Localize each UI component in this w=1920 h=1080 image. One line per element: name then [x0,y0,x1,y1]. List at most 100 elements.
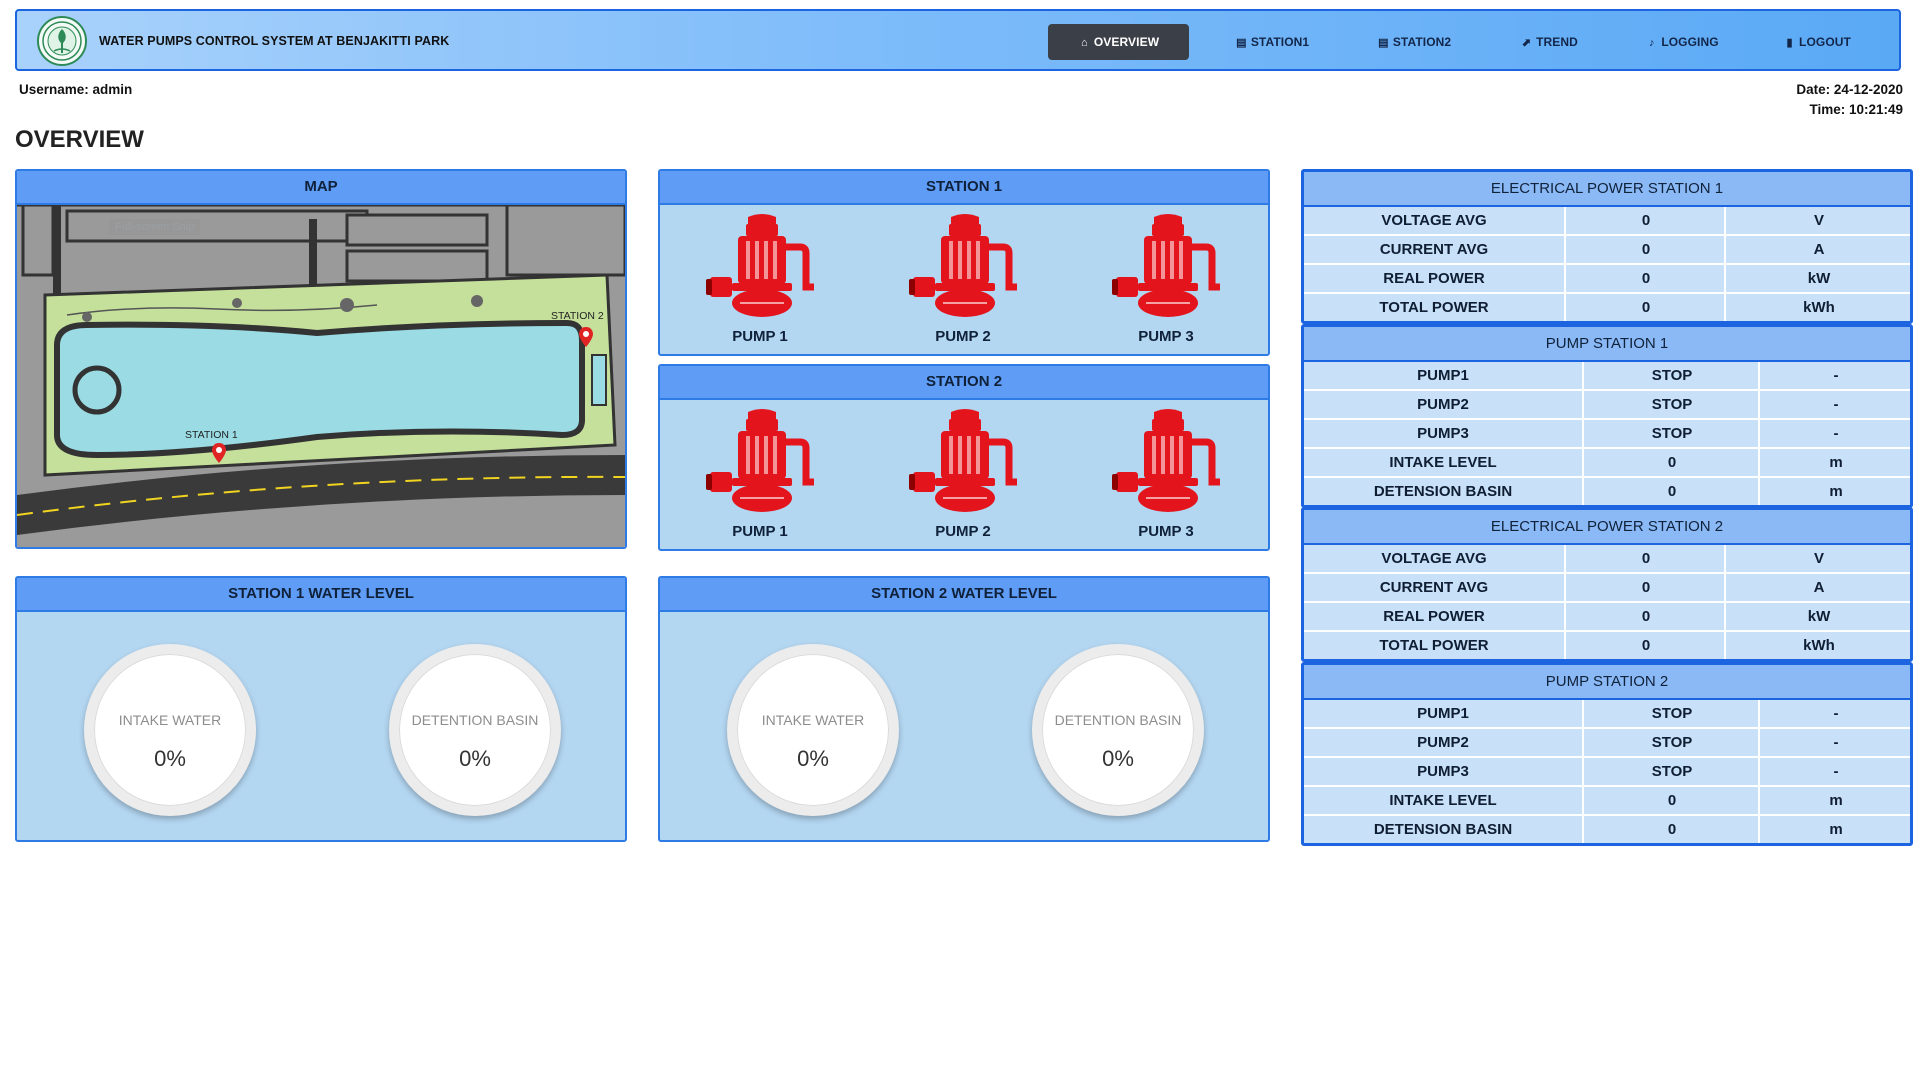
table-cell-unit: - [1758,758,1912,785]
table-row: CURRENT AVG 0 A [1304,572,1910,601]
table-cell-name: INTAKE LEVEL [1389,792,1497,809]
table-cell-value: STOP [1582,391,1760,418]
gauge-value: 0% [1102,746,1134,771]
station1-water-level-panel: STATION 1 WATER LEVEL INTAKE WATER 0% DE… [15,576,627,842]
map-station1-label: STATION 1 [185,429,238,441]
table-row: TOTAL POWER 0 kWh [1304,292,1910,321]
nav-station1[interactable]: ▤ STATION1 [1217,24,1327,60]
station1-title: STATION 1 [660,171,1268,205]
table-cell-value: 0 [1582,478,1760,505]
table-cell-name: PUMP3 [1417,763,1469,780]
home-icon: ⌂ [1080,37,1088,49]
table-cell-unit: kW [1724,265,1912,292]
nav-overview[interactable]: ⌂ OVERVIEW [1048,24,1189,60]
table-cell-value: 0 [1564,632,1726,659]
table-cell-value: 0 [1564,574,1726,601]
station2-title: STATION 2 [660,366,1268,400]
pump-icon [909,409,1017,512]
table-cell-name: CURRENT AVG [1379,579,1489,596]
table-cell-unit: - [1758,420,1912,447]
list-icon: ▤ [1236,37,1247,49]
table-cell-unit: m [1758,816,1912,843]
station2-pump3[interactable]: PUMP 3 [1096,402,1236,549]
table-row: TOTAL POWER 0 kWh [1304,630,1910,659]
nav-overview-label: OVERVIEW [1093,35,1160,49]
table-row: CURRENT AVG 0 A [1304,234,1910,263]
map-panel: MAP Full-screen Snip STATION 2 STATION 1 [15,169,627,549]
pump-icon [1112,409,1220,512]
pump-label: PUMP 1 [732,328,788,345]
username-text: Username: admin [19,82,133,97]
pump-station2-title: PUMP STATION 2 [1304,665,1910,700]
table-cell-unit: kWh [1724,294,1912,321]
table-cell-value: 0 [1564,603,1726,630]
table-row: PUMP2 STOP - [1304,727,1910,756]
table-row: DETENSION BASIN 0 m [1304,476,1910,505]
table-cell-unit: - [1758,700,1912,727]
table-cell-value: STOP [1582,420,1760,447]
table-cell-unit: - [1758,729,1912,756]
station1-detention-gauge: DETENTION BASIN 0% [389,644,561,816]
pump-label: PUMP 2 [935,523,991,540]
table-cell-value: 0 [1582,787,1760,814]
table-cell-unit: - [1758,362,1912,389]
gauge-value: 0% [797,746,829,771]
electrical-power-station2-table: ELECTRICAL POWER STATION 2 VOLTAGE AVG 0 V… [1301,507,1913,662]
station2-map-pin-icon[interactable] [579,327,593,347]
pump-station2-table: PUMP STATION 2 PUMP1 STOP - PUMP2 STOP - PUMP3… [1301,662,1913,846]
table-cell-value: STOP [1582,729,1760,756]
table-cell-name: DETENSION BASIN [1373,483,1513,500]
nav-station2[interactable]: ▤ STATION2 [1359,24,1469,60]
chart-line-icon: ⬈ [1521,37,1532,49]
nav-logout[interactable]: ▮ LOGOUT [1767,24,1867,60]
table-cell-value: STOP [1582,362,1760,389]
table-cell-name: CURRENT AVG [1379,241,1489,258]
station2-water-level-panel: STATION 2 WATER LEVEL INTAKE WATER 0% DE… [658,576,1270,842]
station1-pump2[interactable]: PUMP 2 [893,207,1033,354]
table-cell-value: 0 [1582,449,1760,476]
station2-pump2[interactable]: PUMP 2 [893,402,1033,549]
nav-trend-label: TREND [1536,35,1578,49]
gauge-label: DETENTION BASIN [1054,712,1182,728]
map-panel-title: MAP [17,171,625,205]
nav-logging-label: LOGGING [1661,35,1719,49]
table-row: VOLTAGE AVG 0 V [1304,545,1910,572]
station1-intake-gauge: INTAKE WATER 0% [84,644,256,816]
gauge-value: 0% [154,746,186,771]
station2-water-level-title: STATION 2 WATER LEVEL [660,578,1268,612]
map-station2-label: STATION 2 [551,310,604,322]
station1-panel: STATION 1 PUMP 1 PUMP 2 PUMP 3 [658,169,1270,356]
table-row: INTAKE LEVEL 0 m [1304,447,1910,476]
park-logo-icon [37,16,87,66]
table-cell-value: 0 [1582,816,1760,843]
station2-pump1[interactable]: PUMP 1 [690,402,830,549]
nav-logout-label: LOGOUT [1799,35,1851,49]
table-row: INTAKE LEVEL 0 m [1304,785,1910,814]
station1-pump1[interactable]: PUMP 1 [690,207,830,354]
table-cell-value: 0 [1564,265,1726,292]
table-row: PUMP2 STOP - [1304,389,1910,418]
table-cell-name: DETENSION BASIN [1373,821,1513,838]
table-cell-name: VOLTAGE AVG [1381,550,1487,567]
table-cell-name: REAL POWER [1383,608,1485,625]
table-cell-unit: A [1724,574,1912,601]
bell-icon: ♪ [1649,37,1655,49]
pump-label: PUMP 3 [1138,523,1194,540]
station1-pumps: PUMP 1 PUMP 2 PUMP 3 [660,207,1268,354]
park-map-graphic [17,203,625,547]
pump-label: PUMP 3 [1138,328,1194,345]
table-cell-name: TOTAL POWER [1379,637,1489,654]
table-cell-unit: m [1758,478,1912,505]
station1-map-pin-icon[interactable] [212,443,226,463]
table-cell-unit: A [1724,236,1912,263]
table-cell-unit: V [1724,207,1912,234]
station2-pumps: PUMP 1 PUMP 2 PUMP 3 [660,402,1268,549]
nav-station2-label: STATION2 [1392,35,1452,49]
table-cell-name: PUMP2 [1417,396,1469,413]
station2-intake-gauge: INTAKE WATER 0% [727,644,899,816]
pump-icon [1112,214,1220,317]
station1-pump3[interactable]: PUMP 3 [1096,207,1236,354]
nav-trend[interactable]: ⬈ TREND [1504,24,1594,60]
nav-logging[interactable]: ♪ LOGGING [1632,24,1732,60]
park-map[interactable]: Full-screen Snip STATION 2 STATION 1 [17,203,625,547]
